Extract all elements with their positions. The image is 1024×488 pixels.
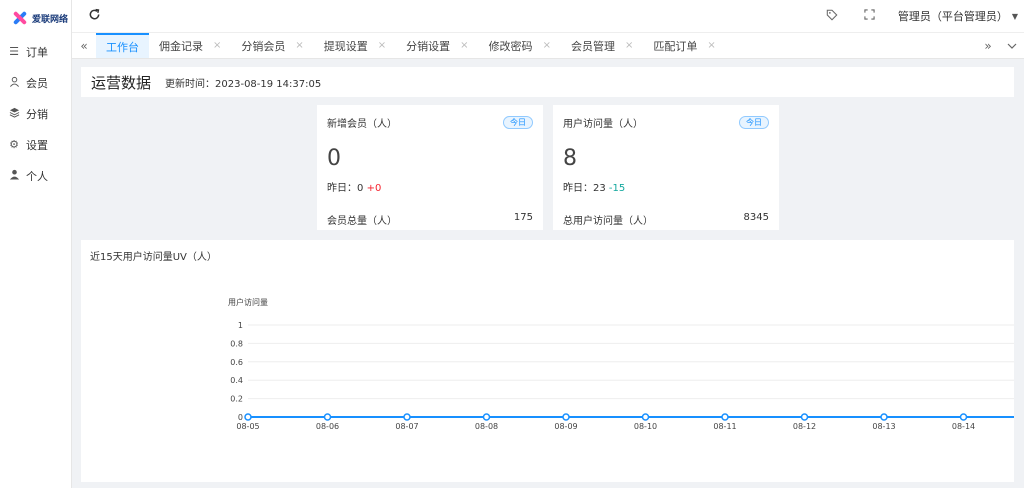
footer-label: 会员总量（人）: [327, 216, 397, 227]
user-visits-card: 用户访问量（人） 今日 8 昨日：23 -15 总用户访问量（人） 8345: [553, 105, 779, 230]
tab-commission-records[interactable]: 佣金记录 ×: [149, 33, 231, 58]
fullscreen-icon[interactable]: [860, 9, 880, 23]
tabs-bar: « 工作台 佣金记录 × 分销会员 × 提现设置 × 分销设置 × 修改密码 × 会员管理…: [72, 32, 1024, 59]
tab-member-management[interactable]: 会员管理 ×: [561, 33, 643, 58]
close-icon[interactable]: ×: [543, 40, 551, 51]
footer-label: 总用户访问量（人）: [563, 216, 653, 227]
chevron-down-icon[interactable]: [1000, 33, 1024, 58]
data-point: [959, 413, 968, 421]
uv-chart-panel: 近15天用户访问量UV（人） 用户访问量 0 0.2 0.4 0.6 0.8 1 08-05 0…: [81, 240, 1014, 482]
tab-dashboard[interactable]: 工作台: [96, 33, 149, 58]
y-tick-label: 0: [238, 413, 243, 422]
data-point: [403, 413, 411, 421]
close-icon[interactable]: ×: [213, 40, 221, 51]
sidebar: 爱联网络 ☰ 订单 会员 分销 ⚙ 设置 个人: [0, 0, 72, 488]
y-tick-label: 0.2: [230, 395, 243, 404]
x-tick-label: 08-13: [872, 422, 895, 431]
tabs-scroll-left-icon[interactable]: «: [72, 33, 96, 58]
card-value: 8: [563, 146, 577, 171]
close-icon[interactable]: ×: [295, 40, 303, 51]
data-point: [562, 413, 570, 421]
card-title: 用户访问量（人）: [563, 118, 643, 130]
close-icon[interactable]: ×: [378, 40, 386, 51]
logo-mark-icon: [12, 12, 28, 24]
tabs-right-controls: »: [976, 33, 1024, 58]
gear-icon: ⚙: [9, 138, 19, 151]
today-badge: 今日: [503, 115, 533, 129]
close-icon[interactable]: ×: [707, 40, 715, 51]
user-menu[interactable]: 管理员（平台管理员）: [898, 8, 1008, 24]
data-point: [880, 413, 888, 421]
sidebar-item-label: 分销: [26, 107, 48, 121]
sidebar-item-members[interactable]: 会员: [0, 67, 71, 98]
footer-value: 175: [513, 212, 533, 223]
tab-change-password[interactable]: 修改密码 ×: [479, 33, 561, 58]
tag-icon[interactable]: [822, 9, 842, 24]
new-members-card: 新增会员（人） 今日 0 昨日：0 +0 会员总量（人） 175: [317, 105, 543, 230]
x-tick-label: 08-14: [952, 422, 975, 431]
sidebar-item-label: 订单: [26, 45, 48, 59]
sidebar-item-label: 个人: [26, 169, 48, 183]
tab-withdraw-settings[interactable]: 提现设置 ×: [314, 33, 396, 58]
sidebar-item-label: 设置: [26, 138, 48, 152]
y-tick-label: 0.8: [230, 339, 243, 348]
logo-text: 爱联网络: [32, 14, 69, 25]
sidebar-item-settings[interactable]: ⚙ 设置: [0, 129, 71, 160]
close-icon[interactable]: ×: [625, 40, 633, 51]
data-point: [641, 413, 650, 421]
y-tick-label: 1: [238, 321, 243, 330]
yesterday-stat: 昨日：23 -15: [563, 183, 626, 194]
footer-value: 8345: [743, 212, 769, 223]
page-title: 运营数据: [91, 73, 152, 92]
x-tick-label: 08-10: [634, 422, 657, 431]
tab-distribution-settings[interactable]: 分销设置 ×: [396, 33, 478, 58]
page-header: 运营数据 更新时间：2023-08-19 14:37:05: [81, 67, 1014, 97]
x-tick-label: 08-09: [554, 422, 577, 431]
card-value: 0: [327, 146, 341, 171]
data-point: [800, 413, 809, 421]
data-point: [721, 413, 729, 421]
sidebar-item-distribution[interactable]: 分销: [0, 98, 71, 129]
today-badge: 今日: [739, 115, 769, 129]
user-outline-icon: [8, 76, 20, 90]
y-tick-label: 0.6: [230, 358, 243, 367]
x-tick-label: 08-06: [316, 422, 339, 431]
delta-value: +0: [366, 183, 382, 194]
close-icon[interactable]: ×: [460, 40, 468, 51]
card-footer: 会员总量（人） 175: [327, 212, 533, 227]
x-tick-label: 08-12: [793, 422, 816, 431]
header-actions: 管理员（平台管理员） ▼: [822, 0, 1024, 32]
data-point: [323, 413, 332, 421]
sidebar-item-profile[interactable]: 个人: [0, 160, 71, 191]
card-footer: 总用户访问量（人） 8345: [563, 212, 769, 227]
x-tick-label: 08-11: [713, 422, 736, 431]
data-point: [482, 413, 491, 421]
x-tick-label: 08-05: [236, 422, 259, 431]
x-tick-label: 08-07: [395, 422, 418, 431]
card-title: 新增会员（人）: [327, 118, 397, 130]
y-axis-label: 用户访问量: [228, 297, 268, 307]
top-header: 管理员（平台管理员） ▼: [72, 0, 1024, 32]
x-tick-label: 08-08: [475, 422, 498, 431]
caret-down-icon[interactable]: ▼: [1012, 12, 1018, 21]
person-icon: [8, 169, 20, 183]
tab-distribution-members[interactable]: 分销会员 ×: [231, 33, 313, 58]
list-icon: ☰: [9, 45, 19, 58]
layers-icon: [8, 107, 20, 121]
refresh-icon[interactable]: [88, 8, 108, 25]
sidebar-item-orders[interactable]: ☰ 订单: [0, 36, 71, 67]
yesterday-stat: 昨日：0 +0: [327, 183, 382, 194]
delta-value: -15: [608, 183, 626, 194]
sidebar-item-label: 会员: [26, 76, 48, 90]
y-tick-label: 0.4: [230, 376, 243, 385]
uv-line-chart: 用户访问量 0 0.2 0.4 0.6 0.8 1 08-05 08-06 08-07 08-08 0…: [228, 297, 1014, 431]
brand-logo[interactable]: 爱联网络: [0, 0, 71, 36]
data-point: [244, 413, 252, 421]
tabs-scroll-right-icon[interactable]: »: [976, 33, 1000, 58]
tab-match-orders[interactable]: 匹配订单 ×: [643, 33, 725, 58]
update-time: 更新时间：2023-08-19 14:37:05: [165, 78, 322, 90]
main-content: 运营数据 更新时间：2023-08-19 14:37:05 新增会员（人） 今日…: [72, 60, 1024, 488]
